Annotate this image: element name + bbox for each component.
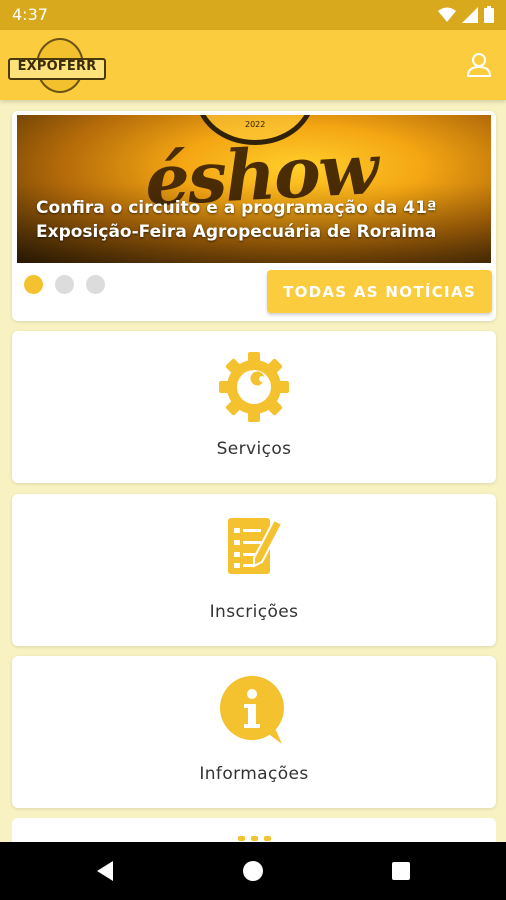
carousel-dot-3[interactable]	[86, 275, 105, 294]
menu-label-servicos: Serviços	[216, 439, 292, 459]
app-bar: EXPOFERR	[0, 30, 506, 100]
menu-label-inscricoes: Inscrições	[209, 602, 299, 622]
system-nav-bar	[0, 842, 506, 900]
user-icon[interactable]	[466, 52, 492, 78]
signal-icon	[462, 6, 478, 23]
back-icon[interactable]	[93, 859, 117, 883]
all-news-button[interactable]: TODAS AS NOTÍCIAS	[267, 270, 492, 313]
battery-icon	[484, 6, 494, 23]
expoferr-logo[interactable]: EXPOFERR	[8, 38, 106, 93]
wifi-icon	[438, 7, 456, 22]
home-icon[interactable]	[241, 859, 265, 883]
status-bar: 4:37	[0, 0, 506, 30]
info-bubble-icon	[220, 676, 284, 744]
banner-year: 2022	[245, 120, 266, 129]
menu-card-servicos[interactable]: Serviços	[12, 331, 496, 483]
menu-card-inscricoes[interactable]: Inscrições	[12, 494, 496, 646]
news-carousel-card: 2022 éshow Confira o circuito e a progra…	[12, 111, 496, 321]
menu-card-informacoes[interactable]: Informações	[12, 656, 496, 808]
status-time: 4:37	[12, 5, 48, 24]
partial-card-icon	[238, 836, 271, 841]
gear-wrench-icon	[219, 352, 289, 422]
recents-icon[interactable]	[389, 859, 413, 883]
menu-label-informacoes: Informações	[199, 764, 309, 784]
status-icons	[438, 6, 494, 23]
news-banner[interactable]: 2022 éshow Confira o circuito e a progra…	[17, 115, 491, 263]
news-caption: Confira o circuito e a programação da 41…	[36, 198, 437, 242]
carousel-dot-2[interactable]	[55, 275, 74, 294]
carousel-indicators	[24, 275, 105, 294]
carousel-dot-1[interactable]	[24, 275, 43, 294]
logo-text: EXPOFERR	[17, 59, 97, 74]
checklist-pencil-icon	[228, 518, 284, 574]
